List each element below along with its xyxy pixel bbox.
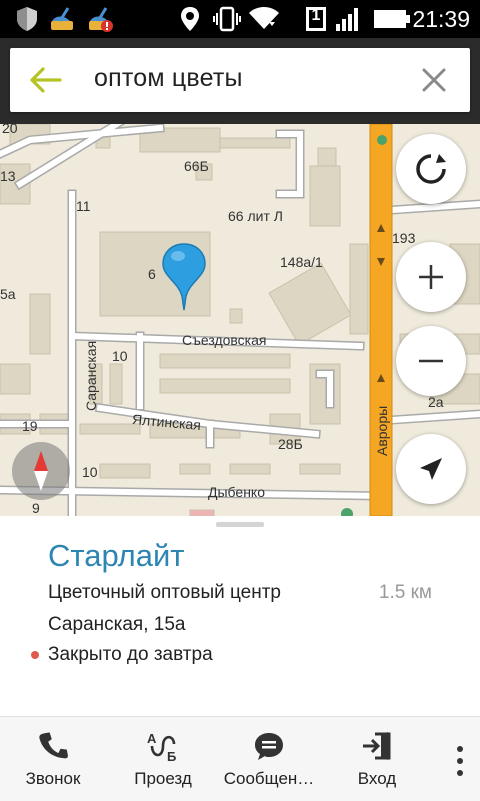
compass-icon[interactable]: [12, 442, 70, 500]
map-label: 6: [148, 266, 156, 282]
place-address: Саранская, 15а: [48, 614, 186, 635]
cleaner-icon: [48, 5, 76, 33]
map-view[interactable]: 20 13 66Б 11 66 лит Л 193 6 148а/1 5а Са…: [0, 124, 480, 516]
message-label: Сообщен…: [223, 769, 315, 788]
map-label: 11: [76, 198, 91, 214]
map-label: 10: [112, 348, 128, 364]
map-label: 193: [392, 230, 416, 246]
close-icon[interactable]: [420, 66, 448, 94]
more-vertical-icon[interactable]: [450, 743, 470, 779]
vibrate-icon: [212, 5, 242, 33]
status-bar: 1 21:39: [0, 0, 480, 38]
map-label: 19: [22, 418, 38, 434]
map-label: 20: [2, 124, 18, 136]
place-status: Закрыто до завтра: [48, 644, 213, 665]
search-input[interactable]: оптом цветы: [94, 64, 243, 93]
svg-text:А: А: [147, 731, 157, 746]
route-icon: АБ: [146, 729, 180, 763]
street-label: Авроры: [374, 405, 390, 456]
entrance-button[interactable]: Вход: [330, 717, 424, 801]
call-label: Звонок: [25, 769, 81, 788]
map-label: 148а/1: [280, 254, 323, 270]
map-label: 13: [0, 168, 16, 184]
navigate-arrow-icon[interactable]: [396, 434, 466, 504]
street-label: Дыбенко: [208, 484, 265, 500]
search-area: оптом цветы: [0, 38, 480, 124]
place-pin-icon[interactable]: [160, 242, 208, 317]
location-icon: [180, 5, 200, 33]
search-bar[interactable]: оптом цветы: [10, 48, 470, 112]
cleaner-alert-icon: [86, 5, 114, 33]
svg-text:Б: Б: [167, 749, 176, 763]
clock: 21:39: [412, 6, 470, 32]
map-label: 2а: [428, 394, 444, 410]
sim-number: 1: [311, 7, 321, 24]
follow-location-icon[interactable]: [396, 134, 466, 204]
route-label: Проезд: [134, 769, 192, 788]
call-button[interactable]: Звонок: [6, 717, 100, 801]
street-label: Съездовская: [182, 332, 267, 348]
action-bar: Звонок АБ Проезд Сообщен… Вход: [0, 716, 480, 801]
place-card[interactable]: Старлайт Цветочный оптовый центр 1.5 км …: [0, 516, 480, 716]
phone-icon: [36, 729, 70, 763]
zoom-out-icon[interactable]: [396, 326, 466, 396]
message-button[interactable]: Сообщен…: [222, 717, 316, 801]
entrance-label: Вход: [357, 769, 397, 788]
zoom-in-icon[interactable]: [396, 242, 466, 312]
map-label: 28Б: [278, 436, 303, 452]
place-distance: 1.5 км: [378, 582, 432, 603]
map-label: 66 лит Л: [228, 208, 283, 224]
status-dot: [31, 651, 39, 659]
sheet-handle[interactable]: [216, 522, 264, 527]
map-label: 66Б: [184, 158, 209, 174]
shield-icon: [14, 5, 40, 33]
street-label: Саранская: [83, 340, 99, 411]
map-label: 9: [32, 500, 40, 516]
route-button[interactable]: АБ Проезд: [116, 717, 210, 801]
battery-icon: [372, 5, 412, 33]
place-name: Старлайт: [48, 538, 185, 573]
map-label: 10: [82, 464, 98, 480]
wifi-icon: [248, 5, 280, 33]
map-label: 5а: [0, 286, 16, 302]
back-arrow-icon[interactable]: [28, 64, 64, 96]
entrance-icon: [360, 729, 394, 763]
signal-icon: [334, 5, 362, 33]
message-icon: [252, 729, 286, 763]
place-category: Цветочный оптовый центр: [48, 582, 282, 603]
